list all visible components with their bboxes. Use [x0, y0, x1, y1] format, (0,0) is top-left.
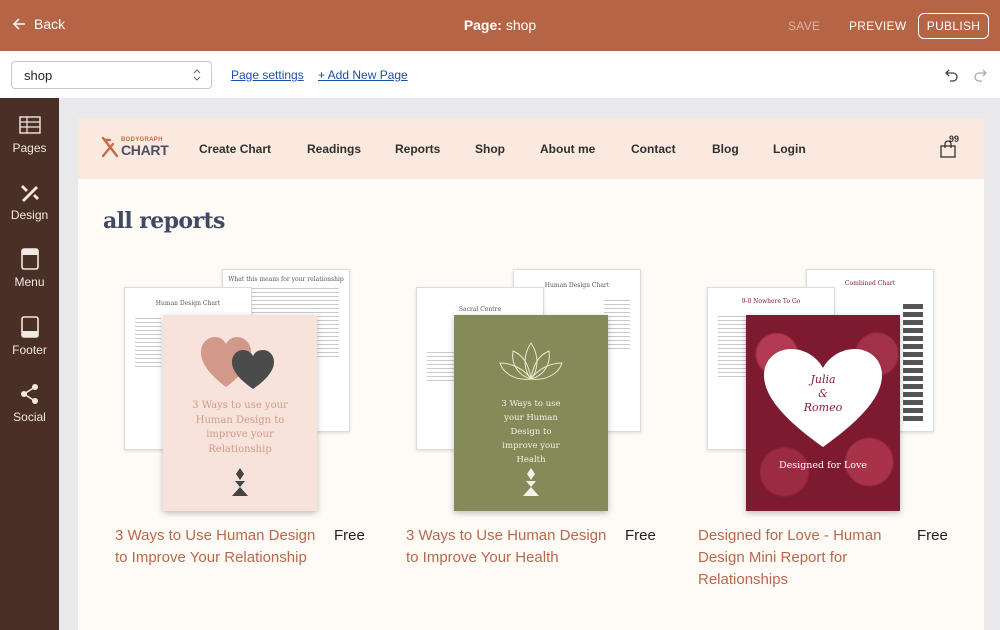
site-nav-blog[interactable]: Blog: [712, 142, 739, 156]
chart-gates-image: [903, 304, 923, 424]
sidebar-label-footer: Footer: [12, 343, 47, 357]
product-title[interactable]: 3 Ways to Use Human Design to Improve Yo…: [115, 525, 329, 569]
sidebar-label-pages: Pages: [12, 141, 47, 155]
doc-title: Sacral Centre: [458, 306, 502, 313]
product-image: Combined Chart 9-0 Nowhere To Go Julia &…: [698, 263, 968, 513]
sidebar-item-menu[interactable]: Menu: [0, 248, 59, 304]
lotus-icon: [499, 342, 563, 380]
menu-icon: [20, 248, 39, 270]
site-nav-contact[interactable]: Contact: [631, 142, 676, 156]
cover-name-2: Romeo: [803, 400, 843, 414]
product-title[interactable]: Designed for Love - Human Design Mini Re…: [698, 525, 912, 591]
report-cover: 3 Ways to use your Human Design to impro…: [454, 315, 608, 511]
footer-icon: [20, 316, 39, 338]
chevron-updown-icon: [193, 69, 201, 81]
page-canvas: BODYGRAPH CHART Create Chart Readings Re…: [78, 118, 984, 630]
doc-title: Combined Chart: [844, 280, 896, 287]
cover-text: 3 Ways to use your Human Design to impro…: [192, 400, 288, 455]
editor-sidebar: Pages Design Menu Footer Social: [0, 98, 59, 630]
sidebar-label-menu: Menu: [14, 275, 45, 289]
product-image: Human Design Chart Sacral Centre 3 Ways …: [406, 263, 676, 513]
doc-title: Human Design Chart: [155, 300, 221, 307]
editor-toolbar: shop Page settings + Add New Page: [0, 51, 1000, 98]
page-select[interactable]: shop: [11, 61, 212, 89]
product-price: Free: [625, 527, 656, 544]
sidebar-item-design[interactable]: Design: [0, 181, 59, 237]
site-nav-readings[interactable]: Readings: [307, 142, 361, 156]
cover-text: Designed for Love: [779, 460, 867, 471]
product-price: Free: [917, 527, 948, 544]
page-title-prefix: Page:: [463, 17, 502, 33]
redo-icon[interactable]: [973, 68, 987, 82]
sidebar-label-design: Design: [10, 208, 49, 222]
report-cover: 3 Ways to use your Human Design to impro…: [163, 315, 317, 511]
doc-title: What this means for your relationship: [228, 276, 344, 283]
report-cover: Julia & Romeo Designed for Love: [746, 315, 900, 511]
sidebar-item-pages[interactable]: Pages: [0, 114, 59, 170]
product-title[interactable]: 3 Ways to Use Human Design to Improve Yo…: [406, 525, 620, 569]
design-icon: [20, 185, 39, 202]
cart-count-badge: 99: [949, 134, 960, 144]
publish-button[interactable]: PUBLISH: [918, 13, 989, 39]
site-logo[interactable]: BODYGRAPH CHART: [101, 136, 169, 158]
cover-heart-text: Julia & Romeo: [746, 373, 900, 414]
site-nav-about-me[interactable]: About me: [540, 142, 595, 156]
page-title-value: shop: [501, 17, 537, 33]
site-nav-create-chart[interactable]: Create Chart: [199, 142, 271, 156]
hearts-icon: [201, 337, 274, 389]
save-button[interactable]: SAVE: [788, 19, 820, 33]
undo-icon[interactable]: [945, 68, 959, 82]
product-price: Free: [334, 527, 365, 544]
cover-ampersand: &: [818, 386, 828, 400]
site-header: BODYGRAPH CHART Create Chart Readings Re…: [78, 118, 984, 179]
product-card[interactable]: What this means for your relationship Hu…: [115, 263, 385, 603]
cover-text: 3 Ways to use your Human Design to impro…: [501, 399, 561, 466]
sidebar-label-social: Social: [13, 410, 46, 424]
sidebar-item-social[interactable]: Social: [0, 383, 59, 439]
sidebar-item-footer[interactable]: Footer: [0, 316, 59, 372]
site-nav-login[interactable]: Login: [773, 142, 806, 156]
pages-icon: [18, 116, 41, 134]
share-icon: [20, 384, 38, 404]
logo-mark-icon: [101, 136, 119, 158]
page-settings-link[interactable]: Page settings: [231, 68, 304, 82]
site-nav-shop[interactable]: Shop: [475, 142, 505, 156]
doc-title: 9-0 Nowhere To Go: [741, 298, 801, 305]
bodygraph-icon: [232, 468, 248, 496]
product-card[interactable]: Combined Chart 9-0 Nowhere To Go Julia &…: [698, 263, 968, 603]
site-nav-reports[interactable]: Reports: [395, 142, 440, 156]
product-card[interactable]: Human Design Chart Sacral Centre 3 Ways …: [406, 263, 676, 603]
logo-main-text: CHART: [121, 142, 169, 158]
editor-topbar: Back Page: shop SAVE PREVIEW PUBLISH: [0, 0, 1000, 51]
bodygraph-icon: [523, 468, 539, 496]
add-new-page-link[interactable]: + Add New Page: [318, 68, 408, 82]
preview-button[interactable]: PREVIEW: [849, 19, 906, 33]
cover-name-1: Julia: [810, 373, 836, 386]
section-title: all reports: [103, 208, 225, 234]
product-image: What this means for your relationship Hu…: [115, 263, 385, 513]
page-select-value: shop: [24, 68, 53, 83]
